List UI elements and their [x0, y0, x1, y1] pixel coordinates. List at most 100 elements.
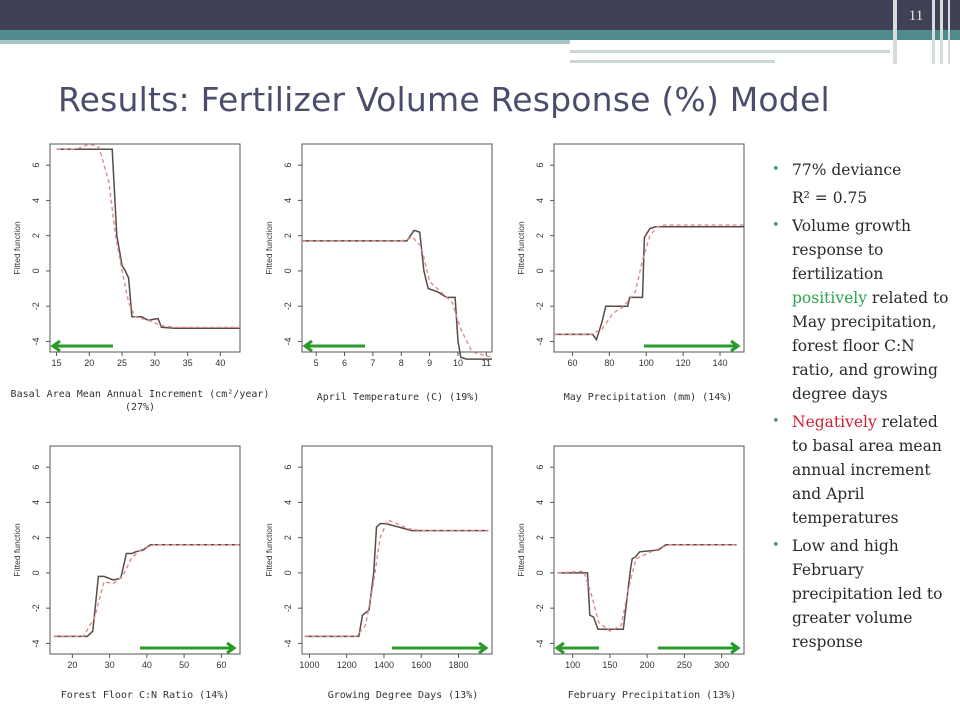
plot-frame	[553, 143, 745, 353]
smoothed-series-line	[302, 236, 493, 358]
x-tick-label: 40	[215, 358, 225, 368]
y-tick-label: -2	[283, 302, 293, 310]
smoothed-series-line	[557, 543, 737, 632]
left-arrow-icon	[554, 641, 599, 655]
chart-svg: -4 -2 0 2 4 6 60 80 100 120 140 Fitted function	[516, 143, 745, 368]
chart-svg: -4 -2 0 2 4 6 15 20 25 30 35 40 Fitted function	[12, 143, 241, 368]
y-tick-label: 2	[31, 535, 41, 540]
chart-caption: Basal Area Mean Annual Increment (cm²/ye…	[10, 389, 270, 413]
x-tick-label: 200	[640, 660, 655, 670]
x-tick-label: 30	[150, 358, 160, 368]
smoothed-series-line	[304, 519, 489, 638]
right-arrow-icon	[644, 339, 741, 353]
x-tick-label: 35	[183, 358, 193, 368]
x-tick-label: 10	[453, 358, 463, 368]
x-tick-label: 1600	[411, 660, 431, 670]
y-tick-label: -4	[283, 639, 293, 647]
y-tick-label: 6	[535, 465, 545, 470]
chart-february-precipitation: -4 -2 0 2 4 6 100 150 200 250 300 Fitted function	[504, 440, 754, 690]
negatively-text: Negatively	[792, 413, 877, 431]
y-tick-label: 0	[283, 268, 293, 273]
y-tick-label: 0	[283, 570, 293, 575]
y-tick-label: 4	[283, 198, 293, 203]
bullet-february: • Low and high February precipitation le…	[770, 534, 956, 654]
teal-band	[0, 30, 960, 40]
bullet-negative: • Negatively related to basal area mean …	[770, 410, 956, 530]
y-tick-label: 0	[535, 268, 545, 273]
y-tick-label: 2	[283, 233, 293, 238]
x-tick-label: 30	[105, 660, 115, 670]
left-arrow-icon	[302, 339, 365, 353]
chart-caption: May Precipitation (mm) (14%)	[563, 392, 733, 403]
smoothed-series-line	[53, 543, 240, 638]
slide-title: Results: Fertilizer Volume Response (%) …	[58, 80, 830, 119]
x-tick-label: 6	[342, 358, 347, 368]
chart-caption: Growing Degree Days (13%)	[327, 690, 479, 701]
y-tick-label: 6	[31, 465, 41, 470]
y-tick-label: 2	[535, 233, 545, 238]
decor-vertical-bar	[893, 0, 897, 64]
right-arrow-icon	[392, 641, 489, 655]
bullet-dot-icon: •	[772, 218, 780, 233]
y-tick-label: 4	[283, 500, 293, 505]
decor-vertical-bar	[940, 0, 943, 64]
x-tick-label: 120	[676, 358, 691, 368]
y-tick-label: 6	[535, 163, 545, 168]
bullet-positive: • Volume growth response to fertilizatio…	[770, 214, 956, 406]
smoothed-series-line	[554, 224, 744, 336]
y-tick-label: 4	[535, 500, 545, 505]
y-tick-label: 4	[31, 198, 41, 203]
fitted-series-line	[554, 226, 744, 342]
y-tick-label: 0	[31, 570, 41, 575]
x-tick-label: 1400	[374, 660, 394, 670]
right-arrow-icon	[658, 641, 741, 655]
x-tick-label: 100	[639, 358, 654, 368]
x-tick-label: 1800	[448, 660, 468, 670]
fitted-series-line	[56, 148, 240, 329]
chart-caption: Forest Floor C:N Ratio (14%)	[60, 690, 230, 701]
left-arrow-icon	[50, 339, 113, 353]
x-tick-label: 100	[565, 660, 580, 670]
y-tick-label: 0	[31, 268, 41, 273]
chart-svg: -4-202465 6 7 8 9 10 11Fitted function	[264, 143, 493, 368]
fitted-series-line	[557, 543, 737, 631]
x-tick-label: 40	[142, 660, 152, 670]
y-tick-label: 6	[31, 163, 41, 168]
bullet-deviance: • 77% deviance	[770, 158, 956, 182]
x-tick-label: 20	[67, 660, 77, 670]
y-tick-label: -2	[283, 604, 293, 612]
plot-frame	[49, 445, 241, 655]
y-tick-label: -2	[535, 604, 545, 612]
chart-forest-floor-cn: -4 -2 0 2 4 6 20 30 40 50 60 Fitted function	[0, 440, 250, 690]
x-tick-label: 7	[370, 358, 375, 368]
y-tick-label: 6	[283, 465, 293, 470]
x-tick-label: 50	[179, 660, 189, 670]
x-tick-label: 80	[604, 358, 614, 368]
y-axis-label: Fitted function	[12, 523, 22, 577]
results-bullet-list: • 77% deviance R² = 0.75 • Volume growth…	[770, 158, 956, 658]
y-tick-label: 6	[283, 163, 293, 168]
x-tick-label: 8	[399, 358, 404, 368]
x-tick-label: 20	[84, 358, 94, 368]
x-tick-label: 25	[117, 358, 127, 368]
x-tick-label: 60	[216, 660, 226, 670]
smoothed-series-line	[56, 143, 240, 329]
x-tick-label: 300	[714, 660, 729, 670]
bullet-dot-icon: •	[772, 414, 780, 429]
chart-svg: -4 -2 0 2 4 6 100 150 200 250 300 Fitted function	[516, 445, 745, 670]
fitted-series-line	[302, 229, 492, 360]
x-tick-label: 250	[677, 660, 692, 670]
decor-line	[570, 60, 775, 63]
teal-thin-band	[0, 40, 570, 44]
y-tick-label: -4	[535, 337, 545, 345]
chart-svg: -4 -2 0 2 4 6 20 30 40 50 60 Fitted function	[12, 445, 241, 670]
fitted-series-line	[304, 522, 489, 638]
y-tick-label: 0	[535, 570, 545, 575]
chart-basal-area: -4 -2 0 2 4 6 15 20 25 30 35 40 Fitted function	[0, 138, 250, 388]
y-tick-label: -4	[535, 639, 545, 647]
y-axis-label: Fitted function	[516, 523, 526, 577]
decor-line	[570, 50, 890, 53]
plot-frame	[553, 445, 745, 655]
chart-growing-degree-days: -4 -2 0 2 4 6 1000 1200 1400 1600 1800 Fitted funct…	[252, 440, 502, 690]
y-axis-label: Fitted function	[264, 221, 274, 275]
